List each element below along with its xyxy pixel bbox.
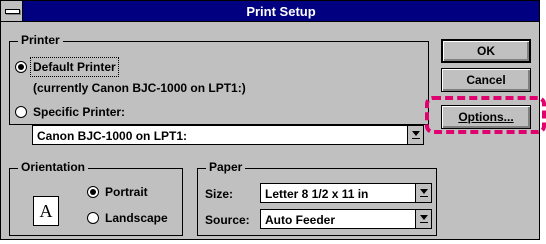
printer-group-label: Printer: [18, 33, 63, 47]
title-bar: Print Setup: [1, 1, 539, 22]
landscape-label[interactable]: Landscape: [105, 211, 168, 225]
options-highlight-annotation: [425, 96, 546, 134]
dropdown-arrow-icon[interactable]: [415, 184, 431, 202]
specific-printer-label[interactable]: Specific Printer:: [33, 105, 125, 119]
size-label: Size:: [205, 187, 234, 201]
paper-size-value: Letter 8 1/2 x 11 in: [265, 187, 369, 201]
specific-printer-dropdown[interactable]: Canon BJC-1000 on LPT1:: [32, 125, 424, 145]
ok-button[interactable]: OK: [441, 39, 531, 63]
specific-printer-radio[interactable]: [15, 106, 27, 118]
source-label: Source:: [205, 213, 250, 227]
portrait-radio[interactable]: [87, 186, 99, 198]
cancel-button[interactable]: Cancel: [441, 68, 531, 92]
orientation-group-label: Orientation: [18, 160, 89, 174]
paper-group-label: Paper: [206, 160, 246, 174]
system-menu-icon[interactable]: [1, 1, 23, 21]
paper-size-dropdown[interactable]: Letter 8 1/2 x 11 in: [260, 183, 432, 203]
specific-printer-value: Canon BJC-1000 on LPT1:: [37, 129, 188, 143]
default-printer-label[interactable]: Default Printer: [30, 57, 119, 77]
portrait-label[interactable]: Portrait: [105, 185, 148, 199]
portrait-page-icon: A: [33, 196, 59, 226]
dropdown-arrow-icon[interactable]: [415, 210, 431, 228]
dropdown-arrow-icon[interactable]: [407, 126, 423, 144]
paper-source-dropdown[interactable]: Auto Feeder: [260, 209, 432, 229]
default-printer-radio[interactable]: [15, 61, 27, 73]
window-title: Print Setup: [246, 4, 316, 19]
landscape-radio[interactable]: [87, 212, 99, 224]
default-printer-detail: (currently Canon BJC-1000 on LPT1:): [33, 81, 246, 95]
paper-source-value: Auto Feeder: [265, 213, 336, 227]
